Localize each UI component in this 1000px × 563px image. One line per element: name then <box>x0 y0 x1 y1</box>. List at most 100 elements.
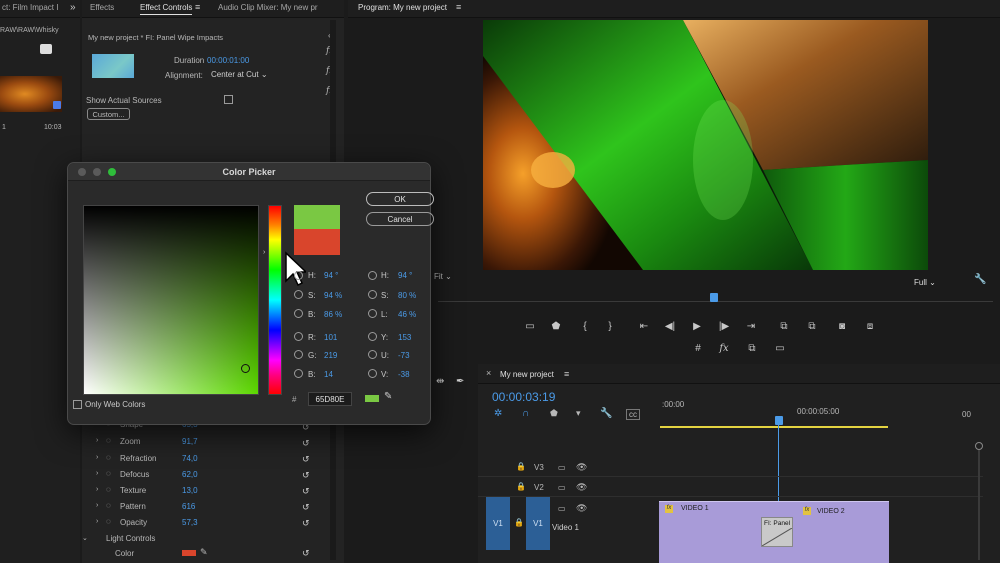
reset-icon[interactable]: ↺ <box>302 499 310 515</box>
menu-icon[interactable]: ≡ <box>195 2 200 12</box>
safe-margins-icon[interactable]: # <box>690 341 706 355</box>
marker-frame-icon[interactable]: ▭ <box>522 319 538 333</box>
radio-hsl-s[interactable] <box>368 290 377 299</box>
ripple-edit-icon[interactable]: ⇹ <box>436 376 444 387</box>
only-web-colors-checkbox[interactable] <box>73 400 82 409</box>
eyedropper-icon[interactable]: ✎ <box>200 547 208 558</box>
timecode[interactable]: 00:00:03:19 <box>492 390 555 404</box>
vr-icon[interactable]: ▭ <box>772 341 788 355</box>
field-cursor[interactable] <box>241 364 250 373</box>
camera-icon[interactable]: ◙ <box>834 319 850 333</box>
eye-icon[interactable]: 👁 <box>576 462 587 473</box>
linked-selection-icon[interactable]: ∩ <box>522 408 529 419</box>
menu-icon[interactable]: ≡ <box>456 2 461 12</box>
radio-hsl-h[interactable] <box>368 271 377 280</box>
reset-icon[interactable]: ↺ <box>302 435 310 451</box>
radio-hsb-b[interactable] <box>294 309 303 318</box>
stopwatch-icon[interactable]: ◌ <box>106 469 111 478</box>
prop-value[interactable]: 91,7 <box>182 437 198 446</box>
eye-icon[interactable]: 👁 <box>576 482 587 493</box>
saturation-brightness-field[interactable] <box>83 205 259 395</box>
mark-in-icon[interactable]: { <box>577 319 593 333</box>
radio-g[interactable] <box>294 350 303 359</box>
stopwatch-icon[interactable]: ◌ <box>106 485 111 494</box>
tab-effects[interactable]: Effects <box>90 3 114 12</box>
custom-button[interactable]: Custom... <box>87 108 130 120</box>
g-value[interactable]: 219 <box>324 351 337 360</box>
lock-icon[interactable]: 🔒 <box>516 462 526 471</box>
close-icon[interactable]: × <box>486 368 491 378</box>
prop-value[interactable]: 616 <box>182 502 195 511</box>
add-marker-icon[interactable]: ⬟ <box>550 408 558 419</box>
timeline-playhead-head[interactable] <box>775 416 783 425</box>
radio-hsb-s[interactable] <box>294 290 303 299</box>
reset-icon[interactable]: ↺ <box>302 451 310 467</box>
play-icon[interactable]: ▶ <box>689 319 705 333</box>
lock-icon[interactable]: 🔒 <box>514 518 524 527</box>
expand-arrow-icon[interactable]: › <box>96 502 98 509</box>
snap-icon[interactable]: ✲ <box>494 408 502 419</box>
captions-icon[interactable]: cc <box>626 409 640 420</box>
v-value[interactable]: -38 <box>398 370 410 379</box>
go-to-out-icon[interactable]: ⇥ <box>743 319 759 333</box>
cancel-button[interactable]: Cancel <box>366 212 434 226</box>
mark-out-icon[interactable]: } <box>602 319 618 333</box>
clip-video-2[interactable]: fx VIDEO 2 <box>803 507 889 517</box>
ok-button[interactable]: OK <box>366 192 434 206</box>
fx-toggle-icon[interactable]: fx <box>716 341 732 355</box>
radio-r[interactable] <box>294 332 303 341</box>
radio-u[interactable] <box>368 350 377 359</box>
color-swatch[interactable] <box>182 550 196 556</box>
work-area-bar[interactable] <box>660 426 888 428</box>
sync-icon[interactable]: ▭ <box>558 483 566 492</box>
project-tab[interactable]: ct: Film Impact I <box>2 3 58 12</box>
fit-select[interactable]: Fit ⌄ <box>434 272 452 281</box>
stopwatch-icon[interactable]: ◌ <box>106 436 111 445</box>
prop-value[interactable]: 13,0 <box>182 486 198 495</box>
hue-slider[interactable] <box>268 205 282 395</box>
stopwatch-icon[interactable]: ◌ <box>106 501 111 510</box>
radio-hsl-l[interactable] <box>368 309 377 318</box>
step-back-icon[interactable]: ◀| <box>662 319 678 333</box>
hsb-h-value[interactable]: 94 ° <box>324 271 338 280</box>
r-value[interactable]: 101 <box>324 333 337 342</box>
stopwatch-icon[interactable]: ◌ <box>106 517 111 526</box>
expand-arrow-icon[interactable]: › <box>96 437 98 444</box>
b-value[interactable]: 14 <box>324 370 333 379</box>
hsl-h-value[interactable]: 94 ° <box>398 271 412 280</box>
pen-icon[interactable]: ✒ <box>456 376 464 387</box>
quality-select[interactable]: Full ⌄ <box>914 278 936 287</box>
collapse-left-icon[interactable]: » <box>70 2 76 13</box>
radio-v[interactable] <box>368 369 377 378</box>
prop-value[interactable]: 62,0 <box>182 470 198 479</box>
go-to-in-icon[interactable]: ⇤ <box>636 319 652 333</box>
wrench-icon[interactable]: 🔧 <box>974 274 986 285</box>
extract-icon[interactable]: ⧉ <box>804 319 820 333</box>
comparison-icon[interactable]: ⧈ <box>862 319 878 333</box>
menu-icon[interactable]: ≡ <box>564 369 569 379</box>
reset-icon[interactable]: ↺ <box>302 483 310 499</box>
source-patch-v1[interactable]: V1 <box>486 496 510 550</box>
radio-b[interactable] <box>294 369 303 378</box>
zoom-track[interactable] <box>978 450 980 560</box>
duration-value[interactable]: 00:00:01:00 <box>207 56 249 65</box>
expand-arrow-icon[interactable]: › <box>96 486 98 493</box>
track-target-v1[interactable]: V1 <box>526 496 550 550</box>
expand-arrow-icon[interactable]: › <box>96 518 98 525</box>
expand-arrow-icon[interactable]: › <box>96 454 98 461</box>
add-marker-icon[interactable]: ⬟ <box>548 319 564 333</box>
y-value[interactable]: 153 <box>398 333 411 342</box>
hsb-b-value[interactable]: 86 % <box>324 310 342 319</box>
lock-icon[interactable]: 🔒 <box>516 482 526 491</box>
light-controls-arrow-icon[interactable]: ⌄ <box>82 534 88 542</box>
eyedropper-icon[interactable]: ✎ <box>384 391 392 402</box>
tab-sequence[interactable]: My new project <box>500 370 554 379</box>
reset-icon[interactable]: ↺ <box>302 467 310 483</box>
radio-y[interactable] <box>368 332 377 341</box>
lift-icon[interactable]: ⧉ <box>776 319 792 333</box>
sync-icon[interactable]: ▭ <box>558 504 566 513</box>
radio-hsb-h[interactable] <box>294 271 303 280</box>
expand-arrow-icon[interactable]: › <box>96 470 98 477</box>
marker-icon[interactable]: ▾ <box>576 408 581 419</box>
hsl-s-value[interactable]: 80 % <box>398 291 416 300</box>
